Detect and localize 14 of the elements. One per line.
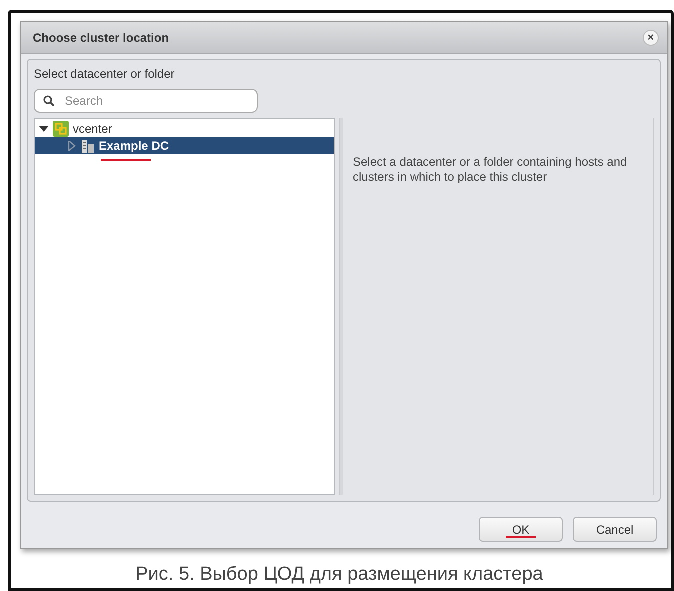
collapsed-triangle-icon[interactable] bbox=[67, 140, 77, 150]
dialog-button[interactable]: Cancel bbox=[573, 517, 657, 542]
dialog-button[interactable]: OK bbox=[479, 517, 563, 542]
figure-caption: Рис. 5. Выбор ЦОД для размещения кластера bbox=[134, 564, 544, 586]
building-icon bbox=[81, 138, 95, 152]
expanded-triangle-icon[interactable] bbox=[39, 124, 49, 134]
vcenter-icon bbox=[53, 120, 69, 136]
info-text: Select a datacenter or a folder containing hosts and clusters in which to place this cluster bbox=[353, 155, 628, 185]
close-button[interactable]: × bbox=[643, 30, 659, 46]
panel-heading: Select datacenter or folder bbox=[34, 67, 176, 81]
annotation-underline bbox=[506, 536, 536, 538]
dialog-title: Choose cluster location bbox=[33, 30, 170, 44]
tree-item[interactable]: vcenter bbox=[35, 120, 334, 137]
search-field[interactable]: Search bbox=[34, 89, 258, 113]
